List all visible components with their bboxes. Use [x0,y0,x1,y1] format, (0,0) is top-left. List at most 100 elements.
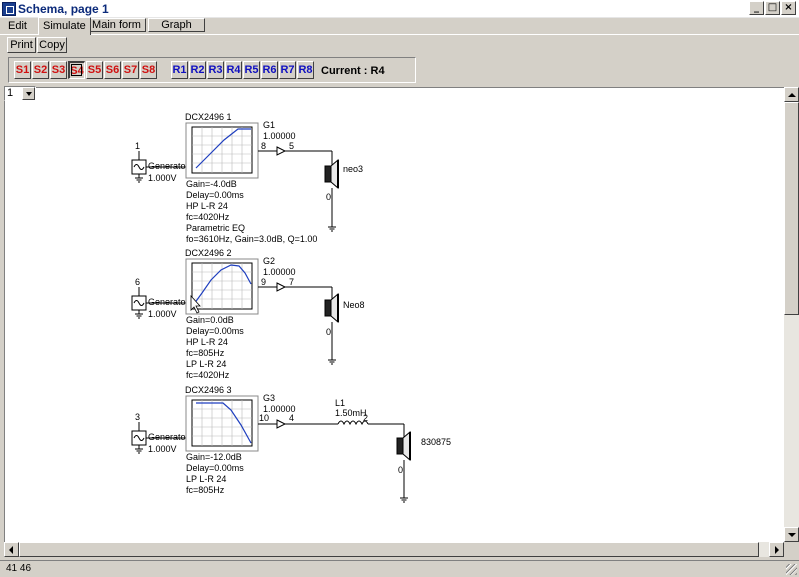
chain2-gain-icon[interactable] [276,282,287,292]
maximize-button[interactable]: □ [765,1,780,15]
chain1-gain-icon[interactable] [276,146,287,156]
copy-button[interactable]: Copy [37,37,67,53]
chain3-dsp-graph[interactable] [185,395,259,452]
schematic-drawing[interactable]: 1 Generator 1.000V DCX2496 1 Gain=-4.0dB… [5,88,784,542]
chain1-input-node: 1 [135,141,140,151]
chain2-ground-icon [134,309,144,319]
chain1-param-5: Parametric EQ [186,223,245,233]
receiver-r4-button[interactable]: R4 [225,61,242,79]
chain-1[interactable]: 1 Generator 1.000V DCX2496 1 Gain=-4.0dB… [131,112,363,244]
page-select-value: 1 [7,87,14,99]
arrow-up-icon [788,93,796,97]
chain1-speaker-name: neo3 [343,164,363,174]
scroll-down-button[interactable] [784,527,799,542]
vertical-scrollbar[interactable] [784,87,799,542]
page-select[interactable]: 1 [4,86,36,101]
source-s4-button[interactable]: S4 [68,61,85,79]
chain3-speaker-ground-icon [399,493,409,503]
scrollbar-corner [784,542,799,557]
chain3-generator-level: 1.000V [148,444,177,454]
receiver-r3-button[interactable]: R3 [207,61,224,79]
receiver-r5-button[interactable]: R5 [243,61,260,79]
chain1-dsp-graph[interactable] [185,122,259,179]
chain3-param-2: Delay=0.00ms [186,463,244,473]
receiver-r7-button[interactable]: R7 [279,61,296,79]
tab-edit[interactable]: Edit [4,18,31,34]
chain1-param-6: fo=3610Hz, Gain=3.0dB, Q=1.00 [186,234,317,244]
chain1-node-b: 5 [289,141,294,151]
chain-3[interactable]: 3 Generator 1 1.000V DCX2496 3 Gain=-12.… [131,385,451,503]
tab-panel-edge [0,34,799,35]
source-s8-button[interactable]: S8 [140,61,157,79]
chain2-speaker-ground-icon [327,355,337,365]
title-bar[interactable]: Schema, page 1 _ □ × [0,0,799,18]
chain1-param-3: HP L-R 24 [186,201,228,211]
chain1-param-2: Delay=0.00ms [186,190,244,200]
chain1-gain-name: G1 [263,120,275,130]
resize-grip-icon[interactable] [786,564,797,575]
chain2-generator-icon[interactable] [131,295,147,311]
chain3-param-3: LP L-R 24 [186,474,226,484]
chain1-param-4: fc=4020Hz [186,212,230,222]
source-s5-button[interactable]: S5 [86,61,103,79]
current-receiver-label: Current : R4 [321,65,385,77]
horizontal-scroll-thumb[interactable] [19,542,759,557]
chain2-gain-name: G2 [263,256,275,266]
tab-simulate[interactable]: Simulate [38,17,91,35]
cursor-coordinates: 41 46 [6,563,32,574]
chain3-inductor-value: 1.50mH [335,408,367,418]
chain2-node-a: 9 [261,277,266,287]
arrow-right-icon [775,546,779,554]
chain2-input-node: 6 [135,277,140,287]
app-icon[interactable] [2,2,16,16]
chain1-dsp-title: DCX2496 1 [185,112,232,122]
chain2-param-6: fc=4020Hz [186,370,230,380]
receiver-r2-button[interactable]: R2 [189,61,206,79]
window-title: Schema, page 1 [18,2,109,16]
scroll-up-button[interactable] [784,87,799,102]
chain1-speaker-ground-icon [327,222,337,232]
chain2-param-3: HP L-R 24 [186,337,228,347]
schema-window: Schema, page 1 _ □ × Edit Simulate Main … [0,0,799,577]
chain1-generator-icon[interactable] [131,159,147,175]
status-bar: 41 46 [0,560,799,577]
scroll-right-button[interactable] [769,542,784,557]
source-s2-button[interactable]: S2 [32,61,49,79]
receiver-r6-button[interactable]: R6 [261,61,278,79]
chain3-param-4: fc=805Hz [186,485,225,495]
chain-2[interactable]: 6 Generator 1.000V DCX2496 2 Gain=0.0dB … [131,248,365,380]
chain2-gain-value: 1.00000 [263,267,296,277]
source-s1-button[interactable]: S1 [14,61,31,79]
close-button[interactable]: × [781,1,796,15]
graph-button[interactable]: Graph [148,18,205,32]
chain3-gain-icon[interactable] [276,419,287,429]
print-button[interactable]: Print [7,37,36,53]
tab-strip: Edit Simulate Main form Graph [0,17,799,35]
horizontal-scrollbar[interactable] [4,542,784,557]
chain2-generator-level: 1.000V [148,309,177,319]
chain3-param-1: Gain=-12.0dB [186,452,242,462]
chain2-param-5: LP L-R 24 [186,359,226,369]
minimize-button[interactable]: _ [749,1,764,15]
chain2-speaker-name: Neo8 [343,300,365,310]
chain2-generator-label: Generator [148,297,189,307]
source-s6-button[interactable]: S6 [104,61,121,79]
chain1-node-a: 8 [261,141,266,151]
vertical-scroll-thumb[interactable] [784,102,799,315]
chain3-generator-icon[interactable] [131,430,147,446]
arrow-left-icon [9,546,13,554]
chain1-param-1: Gain=-4.0dB [186,179,237,189]
chevron-down-icon[interactable] [22,87,35,100]
chain2-node-b: 7 [289,277,294,287]
receiver-r8-button[interactable]: R8 [297,61,314,79]
receiver-r1-button[interactable]: R1 [171,61,188,79]
source-s3-button[interactable]: S3 [50,61,67,79]
arrow-down-icon [788,533,796,537]
chain1-ground-node: 0 [326,192,331,202]
schematic-canvas[interactable]: 1 Generator 1.000V DCX2496 1 Gain=-4.0dB… [4,87,784,542]
main-form-button[interactable]: Main form [87,18,146,32]
scroll-left-button[interactable] [4,542,19,557]
chain3-ground-node: 0 [398,465,403,475]
chain2-param-1: Gain=0.0dB [186,315,234,325]
source-s7-button[interactable]: S7 [122,61,139,79]
